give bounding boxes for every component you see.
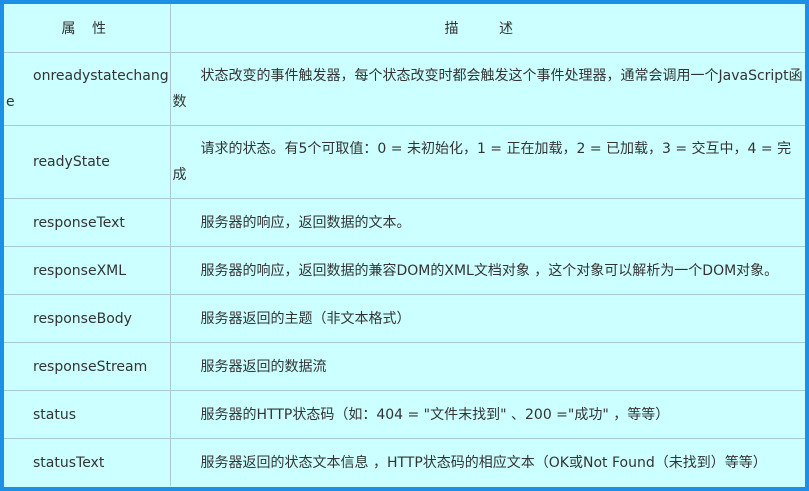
property-name: statusText <box>4 438 171 486</box>
description-column-header: 描 述 <box>170 4 805 53</box>
properties-table: 属 性 描 述 onreadystatechange 状态改变的事件触发器，每个… <box>4 4 805 486</box>
property-name: onreadystatechange <box>4 52 171 126</box>
property-name: readyState <box>4 125 171 199</box>
table-row: onreadystatechange 状态改变的事件触发器，每个状态改变时都会触… <box>4 52 805 126</box>
table-row: status 服务器的HTTP状态码（如：404 = "文件末找到" 、200 … <box>4 390 805 439</box>
table-frame: 属 性 描 述 onreadystatechange 状态改变的事件触发器，每个… <box>0 0 809 491</box>
property-description: 服务器的响应，返回数据的文本。 <box>170 198 805 247</box>
property-description: 请求的状态。有5个可取值：0 = 未初始化，1 = 正在加载，2 = 已加载，3… <box>170 125 805 199</box>
property-name: status <box>4 390 171 439</box>
property-description: 服务器返回的数据流 <box>170 342 805 391</box>
property-description: 状态改变的事件触发器，每个状态改变时都会触发这个事件处理器，通常会调用一个Jav… <box>170 52 805 126</box>
table-header-row: 属 性 描 述 <box>4 4 805 53</box>
property-description: 服务器的HTTP状态码（如：404 = "文件末找到" 、200 ="成功" ，… <box>170 390 805 439</box>
property-name: responseBody <box>4 294 171 343</box>
table-row: responseText 服务器的响应，返回数据的文本。 <box>4 198 805 247</box>
property-description: 服务器返回的状态文本信息 ，HTTP状态码的相应文本（OK或Not Found（… <box>200 454 767 471</box>
table-row: responseStream 服务器返回的数据流 <box>4 342 805 391</box>
property-description: 服务器返回的主题（非文本格式） <box>170 294 805 343</box>
table-row: responseBody 服务器返回的主题（非文本格式） <box>4 294 805 343</box>
property-name: responseText <box>4 198 171 247</box>
property-name: responseStream <box>4 342 171 391</box>
table-row: statusText 服务器返回的状态文本信息 ，HTTP状态码的相应文本（OK… <box>4 438 805 486</box>
property-name: responseXML <box>4 246 171 295</box>
property-column-header: 属 性 <box>4 4 171 53</box>
property-description: 服务器的响应，返回数据的兼容DOM的XML文档对象 ，这个对象可以解析为一个DO… <box>170 246 805 295</box>
table-row: readyState 请求的状态。有5个可取值：0 = 未初始化，1 = 正在加… <box>4 125 805 199</box>
table-row: responseXML 服务器的响应，返回数据的兼容DOM的XML文档对象 ，这… <box>4 246 805 295</box>
